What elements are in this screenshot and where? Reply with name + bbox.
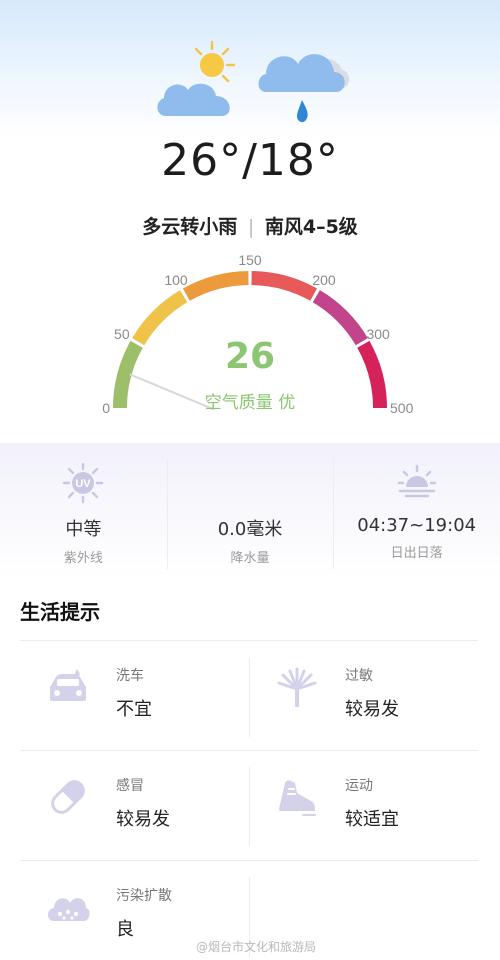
weather-icons	[0, 30, 500, 130]
sunrise-sunset-label: 日出日落	[390, 546, 443, 561]
tip-name: 污染扩散	[116, 888, 172, 904]
life-tips-grid: 洗车 不宜 过敏 较易发 感冒 较易发 运动 较适宜 污染扩散 良	[20, 641, 478, 960]
aqi-arc-segment	[182, 271, 249, 301]
uv-value: 中等	[65, 519, 102, 540]
aqi-arc-segment	[251, 271, 318, 301]
aqi-arc-segment	[132, 290, 188, 346]
sunrise-icon	[395, 461, 439, 505]
precipitation-label: 降水量	[230, 551, 270, 566]
precipitation-value: 0.0毫米	[217, 519, 283, 540]
tip-value: 较适宜	[345, 809, 399, 830]
uv-index[interactable]: UV 中等 紫外线	[0, 443, 167, 579]
tip-value: 良	[116, 919, 134, 940]
aqi-value: 26	[224, 336, 276, 377]
sunrise-sunset[interactable]: 04:37~19:04 日出日落	[333, 443, 500, 579]
weather-info-panel: UV 中等 紫外线 0.0毫米 降水量 04:37~19:04 日出日落	[0, 443, 500, 579]
tip-name: 过敏	[345, 668, 373, 684]
tip-value: 较易发	[116, 809, 170, 830]
wind-info: 南风4–5级	[264, 216, 358, 238]
sport-shoe-icon	[275, 775, 319, 819]
tip-cold[interactable]: 感冒 较易发	[20, 751, 249, 860]
sunrise-sunset-value: 04:37~19:04	[357, 515, 477, 536]
life-tips-title: 生活提示	[20, 600, 100, 624]
weather-condition: 多云转小雨	[142, 216, 238, 238]
tip-allergy[interactable]: 过敏 较易发	[249, 641, 478, 750]
aqi-arc-segment	[312, 290, 368, 346]
pollution-cloud-icon	[46, 885, 90, 929]
uv-label: 紫外线	[63, 551, 103, 566]
precipitation[interactable]: 0.0毫米 降水量	[166, 443, 334, 579]
precipitation-icon	[228, 461, 272, 505]
tip-value: 不宜	[116, 699, 152, 720]
light-rain-icon	[258, 54, 350, 123]
partly-cloudy-icon	[157, 40, 236, 116]
high-temperature: 26°	[161, 135, 243, 186]
aqi-tick-label: 100	[164, 272, 188, 288]
tip-name: 洗车	[116, 668, 144, 684]
tip-name: 感冒	[116, 778, 144, 794]
tip-row: 感冒 较易发 运动 较适宜	[20, 751, 478, 861]
tip-sport[interactable]: 运动 较适宜	[249, 751, 478, 860]
aqi-tick-label: 200	[312, 272, 336, 288]
tip-name: 运动	[345, 778, 373, 794]
temperature-separator: /	[242, 135, 258, 186]
low-temperature: 18°	[257, 135, 339, 186]
aqi-label: 空气质量 优	[204, 393, 296, 413]
car-wash-icon	[46, 665, 90, 709]
watermark: @烟台市文化和旅游局	[196, 940, 317, 954]
uv-icon: UV	[61, 461, 105, 505]
svg-text:UV: UV	[76, 478, 92, 490]
tip-car-wash[interactable]: 洗车 不宜	[20, 641, 249, 750]
weather-description: 多云转小雨 | 南风4–5级	[0, 212, 500, 239]
tip-row: 洗车 不宜 过敏 较易发	[20, 641, 478, 751]
temperature-range: 26°/18°	[0, 135, 500, 186]
aqi-tick-label: 150	[238, 252, 262, 268]
allergy-icon	[275, 665, 319, 709]
cold-pill-icon	[46, 775, 90, 819]
description-divider: |	[247, 216, 255, 238]
tip-value: 较易发	[345, 699, 399, 720]
